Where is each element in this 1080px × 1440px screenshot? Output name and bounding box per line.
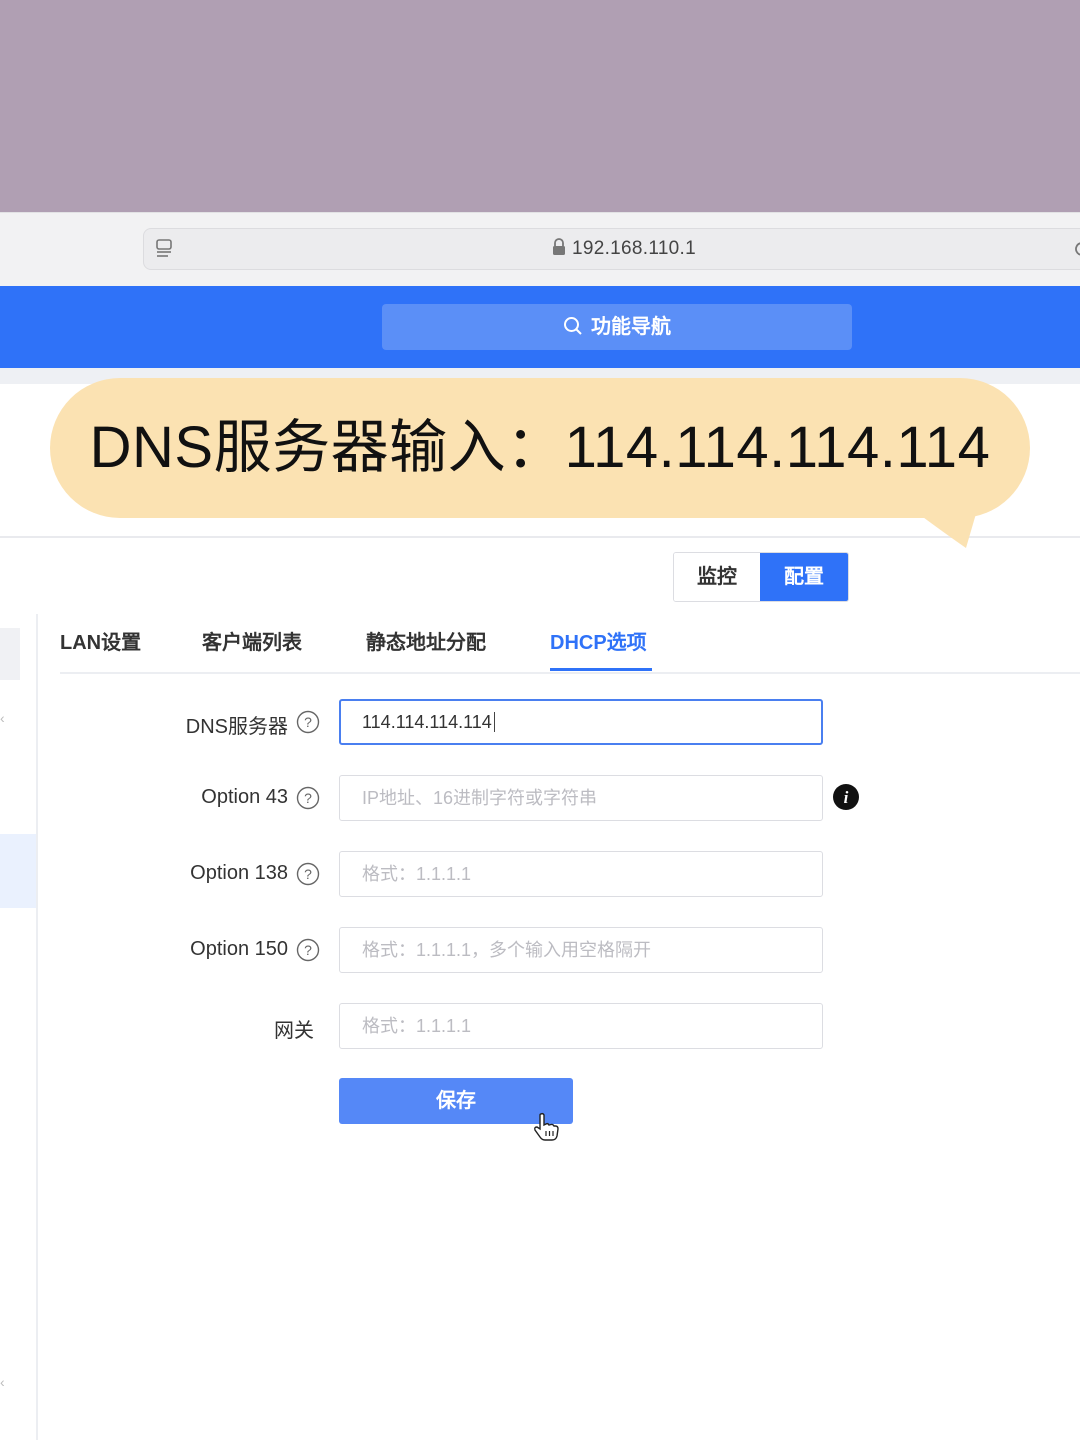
- svg-text:i: i: [844, 788, 849, 807]
- config-mode-button[interactable]: 配置: [760, 553, 848, 601]
- url-text: 192.168.110.1: [572, 238, 696, 259]
- browser-toolbar: 192.168.110.1: [0, 212, 1080, 287]
- svg-text:?: ?: [304, 790, 312, 806]
- info-icon[interactable]: i: [832, 783, 860, 811]
- option-138-label: Option 138: [190, 862, 288, 884]
- chevron-down-icon[interactable]: ‹: [0, 1374, 5, 1390]
- reload-icon[interactable]: [1072, 239, 1080, 259]
- tab-static-address[interactable]: 静态地址分配: [366, 626, 486, 655]
- top-background-band: [0, 0, 1080, 212]
- tab-dhcp-options[interactable]: DHCP选项: [550, 626, 647, 655]
- chevron-up-icon[interactable]: ‹: [0, 710, 5, 726]
- tab-lan-settings[interactable]: LAN设置: [60, 626, 141, 655]
- option-138-input[interactable]: 格式：1.1.1.1: [339, 851, 823, 897]
- svg-text:?: ?: [304, 866, 312, 882]
- dns-server-value: 114.114.114.114: [362, 712, 492, 732]
- active-tab-indicator: [550, 668, 652, 671]
- option-138-placeholder: 格式：1.1.1.1: [362, 864, 472, 884]
- dns-server-input[interactable]: 114.114.114.114: [339, 699, 823, 745]
- gateway-label: 网关: [274, 1020, 314, 1042]
- sidebar-item-selected[interactable]: [0, 834, 36, 908]
- sidebar-rail: ‹ ‹: [0, 614, 38, 1440]
- option-150-label: Option 150: [190, 938, 288, 960]
- svg-text:?: ?: [304, 942, 312, 958]
- tab-bar: LAN设置 客户端列表 静态地址分配 DHCP选项: [60, 620, 1080, 674]
- text-caret: [493, 712, 495, 732]
- gateway-placeholder: 格式：1.1.1.1: [362, 1016, 472, 1036]
- mode-toggle: 监控 配置: [673, 552, 849, 602]
- question-circle-icon[interactable]: ?: [296, 786, 320, 810]
- callout-text: DNS服务器输入：114.114.114.114: [89, 415, 991, 480]
- dns-server-label: DNS服务器: [185, 716, 288, 738]
- option-43-input[interactable]: IP地址、16进制字符或字符串: [339, 775, 823, 821]
- hand-pointer-cursor-icon: [534, 1112, 559, 1141]
- tab-client-list[interactable]: 客户端列表: [202, 626, 302, 655]
- question-circle-icon[interactable]: ?: [296, 710, 320, 734]
- question-circle-icon[interactable]: ?: [296, 938, 320, 962]
- url-display[interactable]: 192.168.110.1: [144, 229, 1080, 269]
- option-150-placeholder: 格式：1.1.1.1，多个输入用空格隔开: [362, 940, 652, 960]
- sidebar-item[interactable]: [0, 628, 20, 680]
- callout-tail: [900, 500, 980, 548]
- option-43-label: Option 43: [201, 786, 288, 808]
- option-150-input[interactable]: 格式：1.1.1.1，多个输入用空格隔开: [339, 927, 823, 973]
- option-43-placeholder: IP地址、16进制字符或字符串: [362, 788, 598, 808]
- question-circle-icon[interactable]: ?: [296, 862, 320, 886]
- feature-navigation-search[interactable]: 功能导航: [382, 304, 852, 350]
- monitor-mode-button[interactable]: 监控: [674, 553, 760, 601]
- callout-bubble: DNS服务器输入：114.114.114.114: [50, 378, 1030, 518]
- svg-text:?: ?: [304, 714, 312, 730]
- lock-icon: [553, 238, 565, 256]
- app-header: 功能导航: [0, 286, 1080, 368]
- search-label: 功能导航: [591, 316, 671, 338]
- address-bar[interactable]: 192.168.110.1: [143, 228, 1080, 270]
- gateway-input[interactable]: 格式：1.1.1.1: [339, 1003, 823, 1049]
- search-icon: [564, 317, 582, 335]
